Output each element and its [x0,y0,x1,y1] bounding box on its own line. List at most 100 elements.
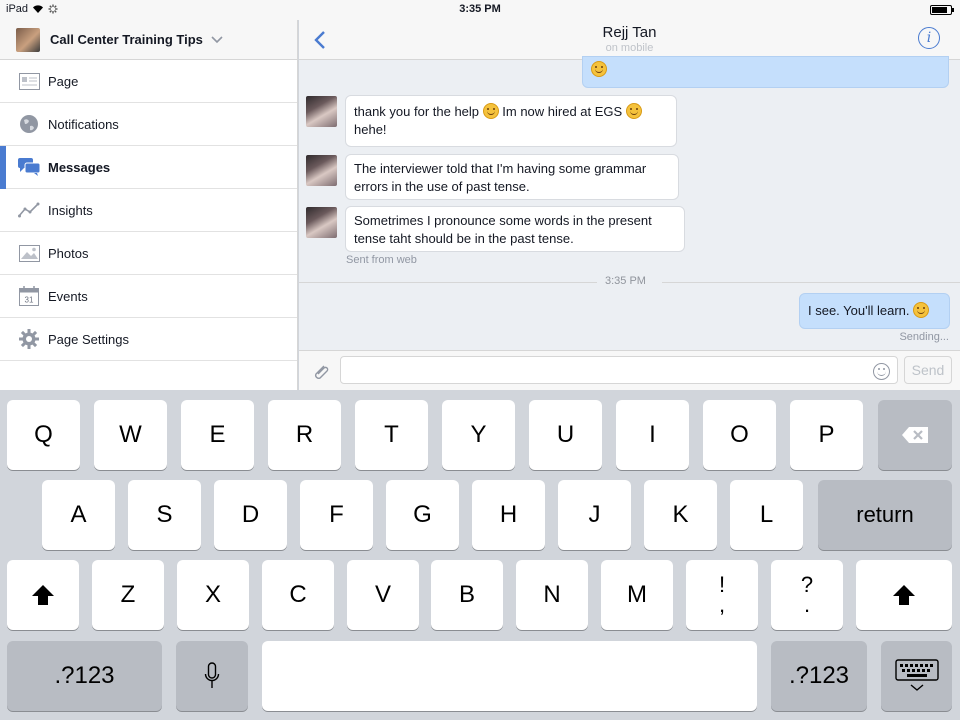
sidebar-item-label: Messages [48,159,111,175]
key-p[interactable]: P [790,400,863,470]
message-input[interactable] [340,356,898,384]
sidebar-item-label: Events [48,288,88,304]
smiley-emoji-icon [913,302,930,318]
return-key[interactable]: return [818,480,952,550]
timestamp-divider-right [662,282,960,283]
numbers-key-left[interactable]: .?123 [7,641,162,711]
key-o[interactable]: O [703,400,776,470]
battery-icon [930,5,954,15]
info-icon[interactable]: i [918,27,940,49]
send-button[interactable]: Send [904,356,952,384]
key-r[interactable]: R [268,400,341,470]
gear-icon [18,329,40,349]
sidebar-item-messages[interactable]: Messages [0,146,297,189]
key-s[interactable]: S [128,480,201,550]
messages-icon [18,157,40,177]
key-a[interactable]: A [42,480,115,550]
key-y[interactable]: Y [442,400,515,470]
key-j[interactable]: J [558,480,631,550]
key-x[interactable]: X [177,560,249,630]
key-c[interactable]: C [262,560,334,630]
key-k[interactable]: K [644,480,717,550]
globe-icon [18,114,40,134]
key-exclamation-comma[interactable]: !, [686,560,758,630]
message-bubble-outgoing-previous [582,56,949,88]
page-icon [18,71,40,91]
key-q[interactable]: Q [7,400,80,470]
space-key[interactable] [262,641,757,711]
sidebar-item-photos[interactable]: Photos [0,232,297,275]
contact-avatar [306,207,337,238]
sidebar-item-insights[interactable]: Insights [0,189,297,232]
message-text: I see. You'll learn. [808,303,914,318]
page-switcher[interactable]: Call Center Training Tips [0,20,297,60]
sent-from-label: Sent from web [346,254,417,266]
message-text: thank you for the help [354,104,483,119]
key-e[interactable]: E [181,400,254,470]
keyboard-dismiss-icon [894,659,939,691]
onscreen-keyboard: Q W E R T Y U I O P A S D F G H J K L re… [0,390,960,720]
message-bubble-incoming: The interviewer told that I'm having som… [345,154,679,200]
sidebar-item-label: Photos [48,245,89,261]
contact-avatar [306,96,337,127]
shift-arrow-icon [32,585,54,605]
numbers-key-right[interactable]: .?123 [771,641,867,711]
sidebar-item-label: Page [48,73,79,89]
backspace-key[interactable] [878,400,952,470]
message-text: Im now hired at EGS [498,104,626,119]
key-bottom-char: , [718,592,726,617]
shift-arrow-icon [893,585,915,605]
key-f[interactable]: F [300,480,373,550]
key-i[interactable]: I [616,400,689,470]
key-question-period[interactable]: ?. [771,560,843,630]
smiley-emoji-icon [482,103,499,119]
status-time: 3:35 PM [459,3,501,15]
backspace-icon [902,427,928,443]
emoji-picker-icon[interactable] [873,363,890,380]
status-bar: iPad 3:35 PM [0,0,960,20]
insights-icon [18,200,40,220]
calendar-day: 31 [25,296,34,305]
sidebar-item-label: Page Settings [48,331,129,347]
shift-key-right[interactable] [856,560,952,630]
key-d[interactable]: D [214,480,287,550]
sidebar: Call Center Training Tips Page Notificat… [0,20,298,390]
sidebar-item-page[interactable]: Page [0,60,297,103]
key-v[interactable]: V [347,560,419,630]
sending-status: Sending... [899,331,949,343]
message-text: Sometrimes I pronounce some words in the… [354,213,652,246]
shift-key-left[interactable] [7,560,79,630]
microphone-icon [204,662,220,688]
key-g[interactable]: G [386,480,459,550]
contact-avatar [306,155,337,186]
calendar-icon: 31 [18,286,40,306]
chat-panel: Rejj Tan on mobile i thank you for the h… [299,20,960,390]
sidebar-item-label: Insights [48,202,93,218]
smiley-emoji-icon [625,103,642,119]
key-z[interactable]: Z [92,560,164,630]
photos-icon [18,243,40,263]
contact-status: on mobile [605,42,654,54]
message-bubble-incoming: Sometrimes I pronounce some words in the… [345,206,685,252]
timestamp-divider-left [299,282,597,283]
key-w[interactable]: W [94,400,167,470]
key-h[interactable]: H [472,480,545,550]
key-b[interactable]: B [431,560,503,630]
dictation-key[interactable] [176,641,248,711]
sidebar-item-notifications[interactable]: Notifications [0,103,297,146]
paperclip-icon[interactable] [311,362,331,382]
contact-name: Rejj Tan [602,24,657,41]
smiley-emoji-icon [591,61,607,77]
sidebar-item-label: Notifications [48,116,119,132]
key-t[interactable]: T [355,400,428,470]
chevron-down-icon [211,35,223,43]
message-composer: Send [299,350,960,390]
sidebar-item-page-settings[interactable]: Page Settings [0,318,297,361]
key-l[interactable]: L [730,480,803,550]
hide-keyboard-key[interactable] [881,641,952,711]
sidebar-item-events[interactable]: 31 Events [0,275,297,318]
message-bubble-incoming: thank you for the help Im now hired at E… [345,95,677,147]
key-u[interactable]: U [529,400,602,470]
key-n[interactable]: N [516,560,588,630]
key-m[interactable]: M [601,560,673,630]
